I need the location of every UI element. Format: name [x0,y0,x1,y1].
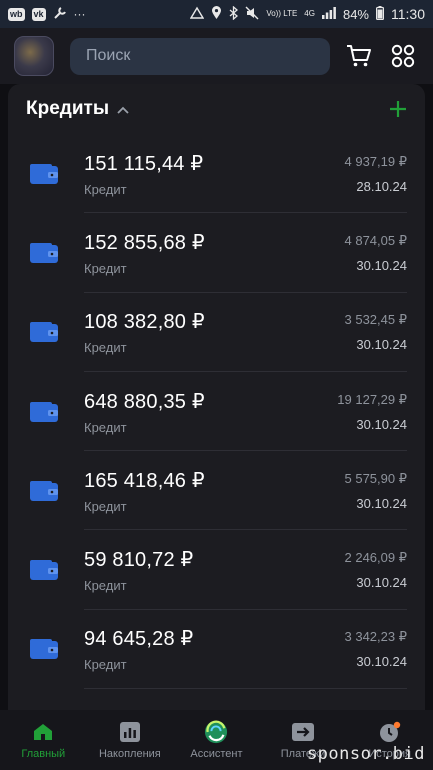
wallet-icon [30,322,58,343]
nav-savings[interactable]: Накопления [87,721,173,760]
chevron-up-icon[interactable] [117,101,129,117]
loan-type: Кредит [84,498,127,514]
loan-payment: 19 127,29 ₽ [337,391,407,407]
loan-row[interactable]: 165 418,46 ₽ Кредит 5 575,90 ₽ 30.10.24 [8,451,425,531]
loan-row[interactable]: 108 382,80 ₽ Кредит 3 532,45 ₽ 30.10.24 [8,293,425,372]
network-type-label: 4G [304,9,315,18]
loan-date: 30.10.24 [356,337,407,353]
loan-amount: 108 382,80 ₽ [84,311,205,334]
loan-list: 151 115,44 ₽ Кредит 4 937,19 ₽ 28.10.24 152 … [8,134,425,724]
loan-row[interactable]: 94 645,28 ₽ Кредит 3 342,23 ₽ 30.10.24 [8,610,425,690]
nav-label: Ассистент [190,747,243,760]
payments-icon [291,721,315,743]
loans-card: Кредиты 151 115,44 ₽ Кредит 4 937,19 ₽ 28.1… [8,84,425,724]
loan-type: Кредит [84,181,127,197]
search-input[interactable]: Поиск [70,37,330,75]
loan-date: 30.10.24 [356,257,407,273]
nav-assistant[interactable]: Ассистент [173,720,259,760]
cart-icon[interactable] [344,41,374,71]
location-icon [211,5,222,23]
nav-label: Накопления [98,747,161,760]
loan-type: Кредит [84,419,127,435]
loan-payment: 4 874,05 ₽ [344,232,408,248]
loan-type: Кредит [84,578,127,594]
nav-home[interactable]: Главный [0,721,86,760]
loan-payment: 2 246,09 ₽ [344,550,408,566]
chart-icon [118,721,142,743]
wallet-icon [30,639,58,660]
loan-type: Кредит [84,260,127,276]
loan-date: 28.10.24 [356,178,407,194]
loan-type: Кредит [84,657,127,673]
loan-row[interactable]: 152 855,68 ₽ Кредит 4 874,05 ₽ 30.10.24 [8,213,425,293]
loan-payment: 3 342,23 ₽ [344,629,408,645]
section-title: Кредиты [26,98,110,119]
loan-date: 30.10.24 [356,495,407,511]
vk-app-icon: vk [31,7,46,21]
loan-amount: 165 418,46 ₽ [84,469,205,492]
loan-row[interactable]: 648 880,35 ₽ Кредит 19 127,29 ₽ 30.10.24 [8,372,425,452]
battery-level: 84% [342,6,369,22]
loan-payment: 4 937,19 ₽ [344,153,408,169]
alarm-icon [190,6,205,23]
apps-grid-icon[interactable] [388,41,418,71]
loan-payment: 5 575,90 ₽ [344,470,408,486]
wallet-icon [30,163,58,184]
status-bar: wb vk ··· Vo)) LTE 4G 84% 11:30 [0,0,433,28]
watermark: sponsor.bid [306,744,425,764]
loan-date: 30.10.24 [356,416,407,432]
nav-label: Главный [21,747,66,760]
loan-payment: 3 532,45 ₽ [344,312,408,328]
assistant-icon [204,720,228,743]
loan-amount: 152 855,68 ₽ [84,231,205,254]
bluetooth-icon [229,5,239,23]
wb-app-icon: wb [8,7,25,21]
loan-amount: 151 115,44 ₽ [84,152,204,175]
wallet-icon [30,401,58,422]
loan-amount: 648 880,35 ₽ [84,390,205,413]
home-icon [31,721,55,743]
signal-icon [321,6,336,22]
mute-icon [245,6,259,23]
volte-label: Vo)) LTE [266,9,298,18]
loan-amount: 94 645,28 ₽ [84,628,194,651]
loans-section-header[interactable]: Кредиты [8,84,425,134]
loan-date: 30.10.24 [356,654,407,670]
wrench-icon [53,6,67,23]
loan-row[interactable]: 59 810,72 ₽ Кредит 2 246,09 ₽ 30.10.24 [8,530,425,610]
loan-row[interactable]: 151 115,44 ₽ Кредит 4 937,19 ₽ 28.10.24 [8,134,425,214]
top-header: Поиск [0,28,433,84]
loan-type: Кредит [84,340,127,356]
loan-date: 30.10.24 [356,575,407,591]
more-notifications-icon: ··· [73,7,86,21]
avatar[interactable] [14,36,54,76]
wallet-icon [30,242,58,263]
loan-amount: 59 810,72 ₽ [84,549,194,572]
history-icon [378,721,402,743]
wallet-icon [30,560,58,581]
battery-icon [376,5,385,23]
add-loan-button[interactable] [389,96,407,122]
wallet-icon [30,480,58,501]
clock: 11:30 [391,6,425,22]
